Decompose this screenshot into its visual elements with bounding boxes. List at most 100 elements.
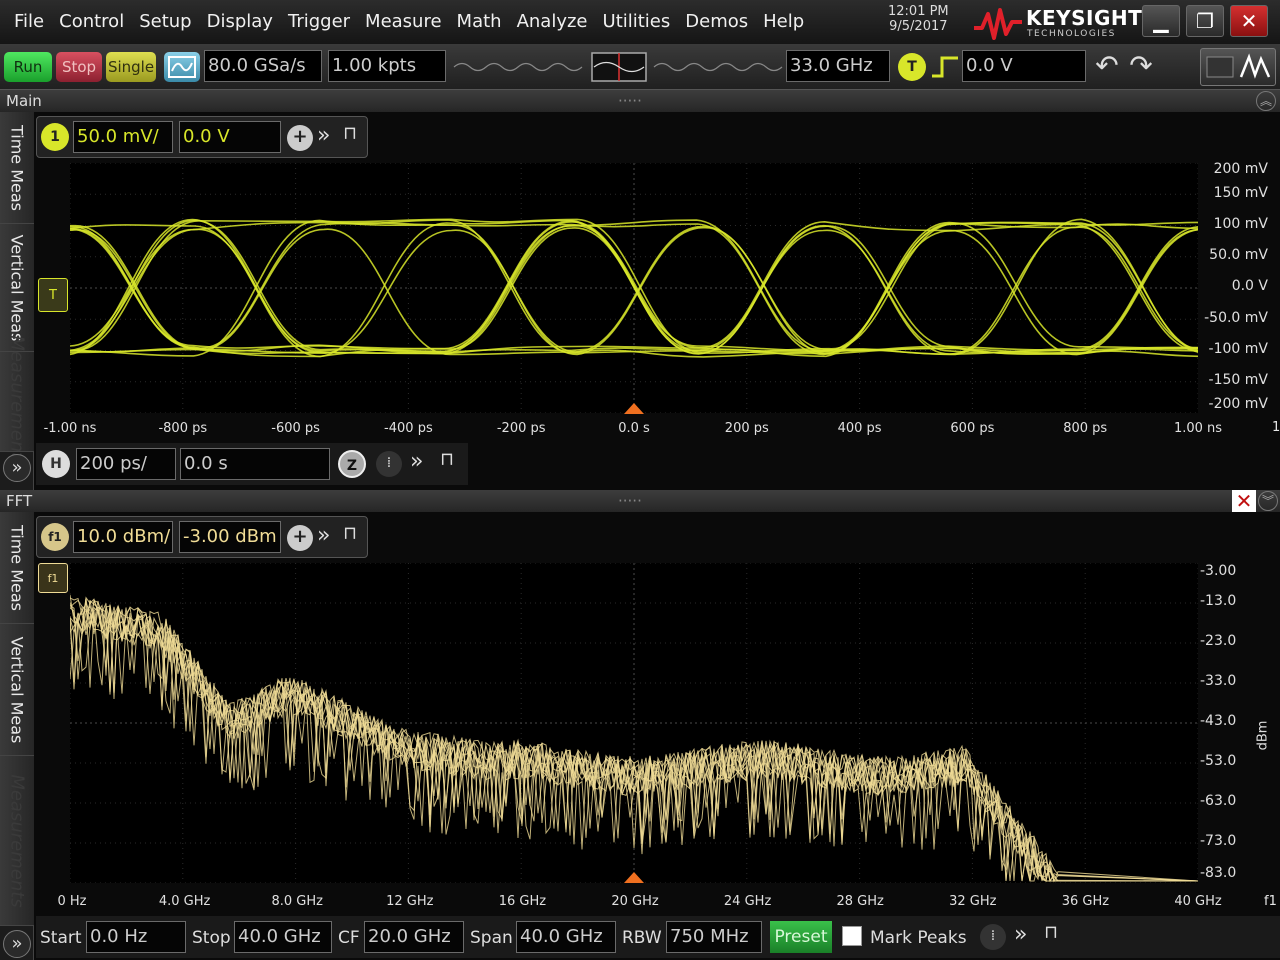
tab-measurements[interactable]: Measurements (0, 335, 34, 468)
fft-offset-field[interactable]: -3.00 dBm (179, 521, 281, 553)
x-tick-label: -400 ps (384, 421, 433, 436)
pin-icon[interactable]: ⊓ (343, 523, 357, 544)
auto-scale-icon (1206, 53, 1271, 79)
tab-time-meas[interactable]: Time Meas (0, 112, 34, 224)
keysight-wave-icon (974, 8, 1022, 40)
menu-demos[interactable]: Demos (685, 11, 748, 32)
stop-flash-icon[interactable]: ⁞ (980, 924, 1006, 950)
sample-rate-field[interactable]: 80.0 GSa/s (204, 50, 322, 82)
menu-display[interactable]: Display (207, 11, 273, 32)
rbw-label: RBW (622, 928, 662, 948)
trigger-edge-icon[interactable] (930, 54, 960, 80)
fft-scale-field[interactable]: 10.0 dBm/ (73, 521, 173, 553)
close-window-button[interactable]: ✕ (1230, 5, 1268, 37)
run-button[interactable]: Run (4, 52, 52, 82)
expand-icon[interactable]: » (410, 449, 423, 474)
close-icon: ✕ (1240, 9, 1258, 33)
cf-field[interactable]: 20.0 GHz (364, 921, 464, 953)
timebase-field[interactable]: 200 ps/ (76, 448, 176, 480)
x-tick-label: 28 GHz (836, 894, 884, 909)
undo-icon: ↶ (1095, 49, 1119, 82)
start-label: Start (40, 928, 82, 948)
eye-trace (0, 225, 1280, 358)
x-tick-label: -600 ps (271, 421, 320, 436)
y-tick-label: 100 mV (1213, 216, 1268, 232)
channel1-offset-field[interactable]: 0.0 V (179, 121, 281, 153)
cf-label: CF (338, 928, 360, 948)
tab-vertical-meas[interactable]: Vertical Meas (0, 624, 34, 756)
fft-marker[interactable]: f1 (38, 563, 68, 593)
add-icon[interactable]: + (287, 125, 313, 151)
x-tick-label: -1.00 ns (43, 421, 97, 436)
mark-peaks-checkbox[interactable] (842, 926, 862, 946)
horizontal-badge[interactable]: H (42, 450, 70, 478)
menu-control[interactable]: Control (59, 11, 124, 32)
maximize-icon: ❐ (1196, 9, 1214, 33)
stop-button[interactable]: Stop (56, 52, 102, 82)
pin-icon[interactable]: ⊓ (440, 449, 454, 470)
trigger-position-marker[interactable] (624, 403, 644, 415)
auto-scale-button[interactable] (1200, 48, 1276, 86)
fft-plot[interactable] (69, 562, 1199, 884)
start-field[interactable]: 0.0 Hz (86, 921, 186, 953)
minimize-button[interactable]: ▁ (1142, 5, 1180, 37)
channel1-scale-field[interactable]: 50.0 mV/ (73, 121, 173, 153)
menu-measure[interactable]: Measure (365, 11, 442, 32)
menu-math[interactable]: Math (457, 11, 502, 32)
menu-file[interactable]: File (14, 11, 44, 32)
bandwidth-field[interactable]: 33.0 GHz (786, 50, 890, 82)
pin-icon[interactable]: ⊓ (1044, 922, 1058, 943)
delay-field[interactable]: 0.0 s (180, 448, 330, 480)
y-tick-label: -23.0 (1200, 633, 1237, 649)
redo-button[interactable]: ↷ (1124, 50, 1158, 84)
channel1-badge[interactable]: 1 (41, 123, 69, 151)
eye-diagram (0, 162, 1280, 414)
stop-field[interactable]: 40.0 GHz (234, 921, 332, 953)
menu-analyze[interactable]: Analyze (517, 11, 588, 32)
y-tick-label: 0.0 V (1231, 278, 1268, 294)
add-icon[interactable]: + (287, 525, 313, 551)
close-fft-icon[interactable]: ✕ (1232, 490, 1256, 512)
tab-time-meas[interactable]: Time Meas (0, 512, 34, 624)
redo-icon: ↷ (1129, 49, 1153, 82)
acquisition-preview[interactable] (452, 50, 784, 84)
memory-depth-field[interactable]: 1.00 kpts (328, 50, 446, 82)
expand-icon[interactable]: » (1014, 922, 1027, 947)
acquire-mode-button[interactable] (164, 52, 200, 82)
fft-center-marker[interactable] (624, 872, 644, 884)
fft-function-badge[interactable]: f1 (41, 523, 69, 551)
menu-setup[interactable]: Setup (139, 11, 191, 32)
expand-icon[interactable]: » (317, 523, 330, 548)
single-button[interactable]: Single (106, 52, 156, 82)
expand-side-icon[interactable]: » (3, 930, 31, 958)
rbw-field[interactable]: 750 MHz (666, 921, 762, 953)
trigger-level-field[interactable]: 0.0 V (962, 50, 1086, 82)
panel-grip-icon[interactable]: ····· (618, 90, 642, 112)
collapse-main-icon[interactable]: ︽ (1256, 91, 1276, 111)
stop-flash-icon[interactable]: ⁞ (376, 451, 402, 477)
expand-icon[interactable]: » (317, 123, 330, 148)
main-plot[interactable] (0, 162, 1280, 414)
fft-y-unit: dBm (1255, 720, 1271, 751)
menu-help[interactable]: Help (763, 11, 804, 32)
horizontal-bar: H 200 ps/ 0.0 s Z ⁞ » ⊓ (36, 443, 468, 485)
toolbar: Run Stop Single 80.0 GSa/s 1.00 kpts 33.… (0, 44, 1280, 90)
y-tick-label: 150 mV (1213, 185, 1268, 201)
trigger-level-marker[interactable]: T (38, 278, 68, 312)
tab-measurements[interactable]: Measurements (0, 756, 34, 926)
tab-vertical-meas[interactable]: Vertical Meas (0, 224, 34, 352)
menu-utilities[interactable]: Utilities (603, 11, 671, 32)
span-field[interactable]: 40.0 GHz (516, 921, 616, 953)
expand-side-icon[interactable]: » (3, 454, 31, 482)
collapse-fft-icon[interactable]: ︾ (1258, 491, 1278, 511)
undo-button[interactable]: ↶ (1090, 50, 1124, 84)
maximize-button[interactable]: ❐ (1186, 5, 1224, 37)
x-tick-label: 800 ps (1063, 421, 1108, 436)
preset-button[interactable]: Preset (770, 921, 832, 953)
zoom-badge[interactable]: Z (338, 450, 366, 478)
menu-trigger[interactable]: Trigger (288, 11, 350, 32)
trigger-badge[interactable]: T (898, 53, 926, 81)
y-tick-label: 50.0 mV (1209, 247, 1268, 263)
panel-grip-icon[interactable]: ····· (618, 490, 642, 512)
pin-icon[interactable]: ⊓ (343, 123, 357, 144)
